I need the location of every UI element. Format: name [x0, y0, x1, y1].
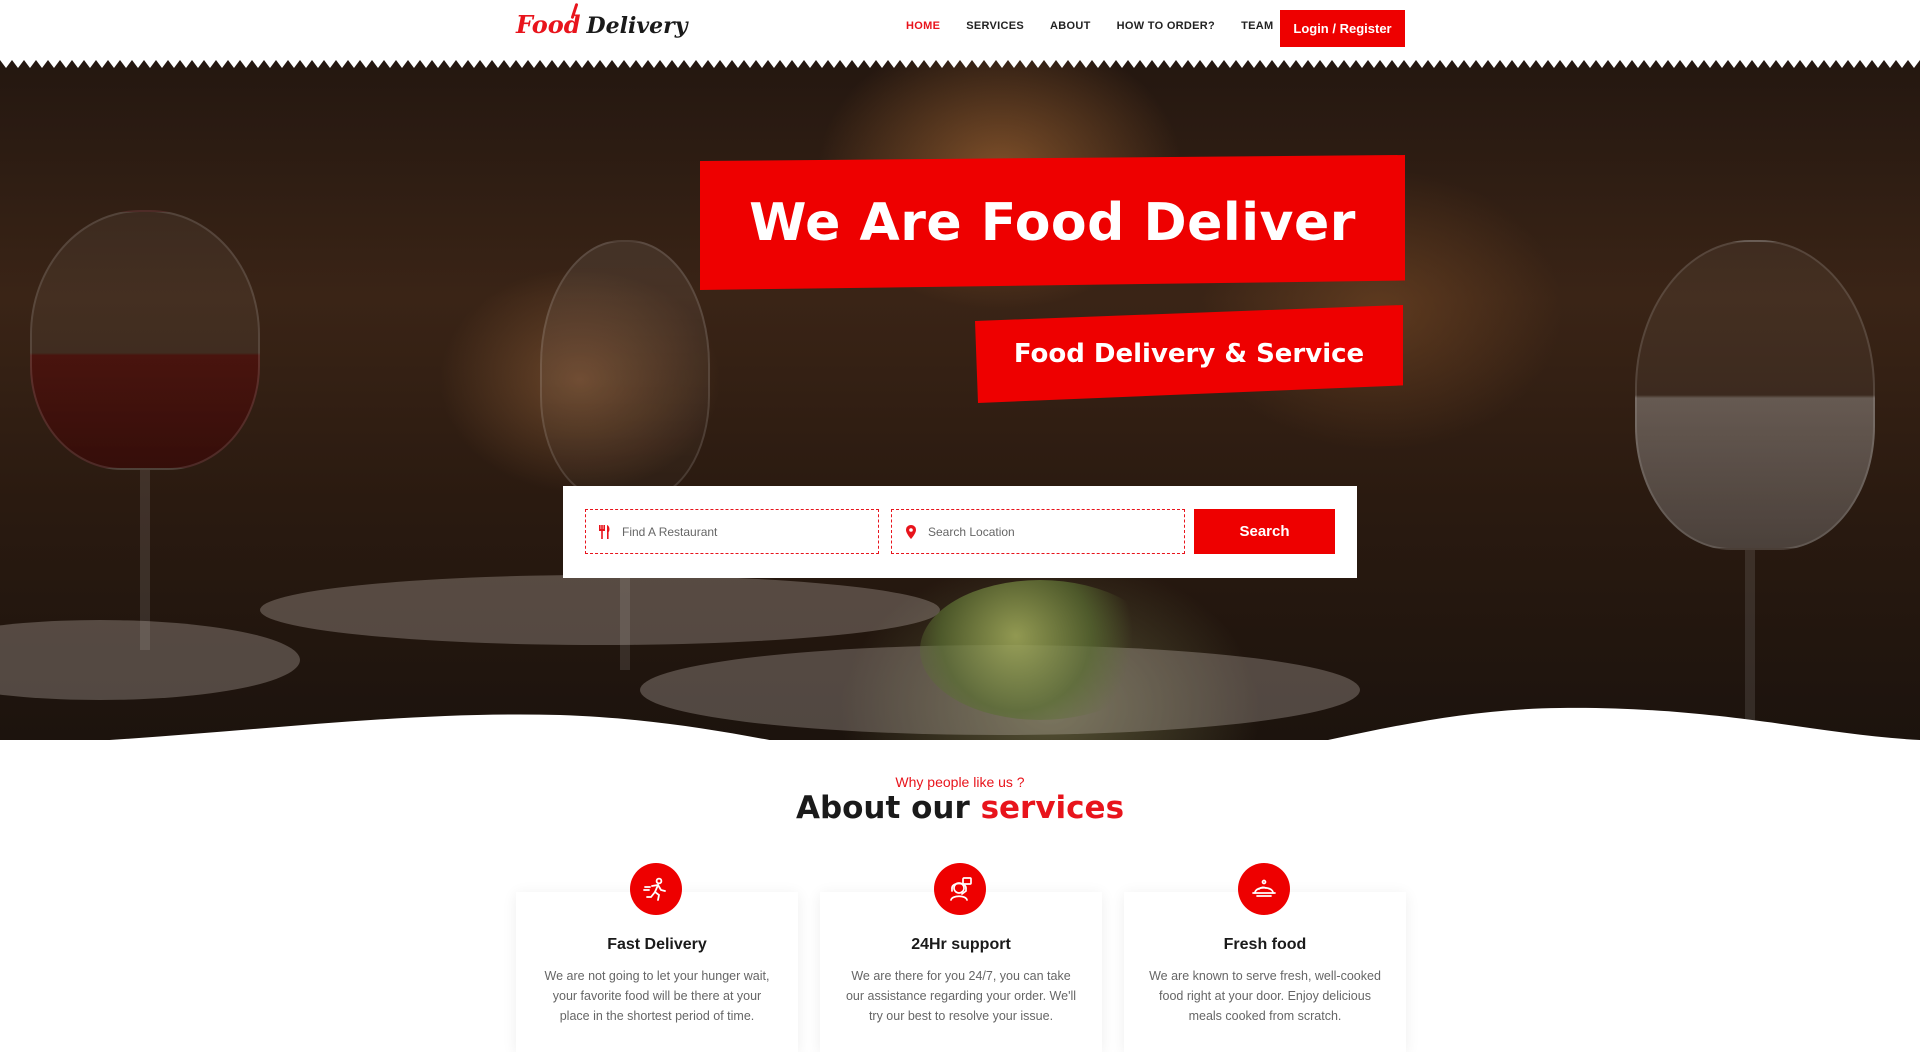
- section-kicker: Why people like us ?: [895, 774, 1025, 790]
- section-title-accent: services: [980, 790, 1125, 826]
- water-glass-right: [1635, 240, 1875, 550]
- hero-subheadline-banner: Food Delivery & Service: [975, 305, 1403, 403]
- header-zigzag-edge: [0, 56, 1920, 68]
- hero-headline-banner: We Are Food Deliver: [700, 155, 1405, 290]
- site-header: Food Delivery HOME SERVICES ABOUT HOW TO…: [0, 0, 1920, 56]
- section-title-main: About our: [795, 790, 970, 826]
- search-panel: Search: [563, 486, 1357, 578]
- login-register-button[interactable]: Login / Register: [1280, 10, 1405, 47]
- hero-section: We Are Food Deliver Food Delivery & Serv…: [0, 60, 1920, 740]
- location-field[interactable]: [891, 509, 1185, 554]
- salad-dish: [920, 580, 1160, 720]
- nav-how-to-order[interactable]: HOW TO ORDER?: [1117, 20, 1215, 32]
- card-text: We are there for you 24/7, you can take …: [845, 969, 1077, 1023]
- service-card-24hr-support: 24Hr support We are there for you 24/7, …: [820, 892, 1102, 1052]
- hero-wave-divider: [109, 707, 1920, 740]
- location-input[interactable]: [928, 524, 1158, 539]
- hero-headline: We Are Food Deliver: [749, 192, 1356, 253]
- restaurant-field[interactable]: [585, 509, 879, 554]
- card-title: 24Hr support: [911, 936, 1011, 953]
- map-pin-icon: [904, 524, 918, 539]
- fork-knife-icon: [598, 524, 612, 539]
- main-nav: HOME SERVICES ABOUT HOW TO ORDER? TEAM: [906, 20, 1299, 32]
- section-title: About our services: [0, 790, 1920, 826]
- card-text: We are known to serve fresh, well-cooked…: [1149, 969, 1381, 1023]
- nav-services[interactable]: SERVICES: [966, 20, 1024, 32]
- card-text: We are not going to let your hunger wait…: [544, 969, 770, 1023]
- nav-team[interactable]: TEAM: [1241, 20, 1273, 32]
- search-button[interactable]: Search: [1194, 509, 1335, 554]
- running-delivery-icon: [630, 863, 682, 915]
- logo-delivery-text: Delivery: [586, 13, 688, 39]
- card-title: Fast Delivery: [607, 936, 707, 953]
- nav-home[interactable]: HOME: [906, 20, 940, 32]
- plate-left: [260, 575, 940, 645]
- wine-glass-left: [30, 210, 260, 470]
- service-card-fresh-food: Fresh food We are known to serve fresh, …: [1124, 892, 1406, 1052]
- service-card-fast-delivery: Fast Delivery We are not going to let yo…: [516, 892, 798, 1052]
- plate-far-left: [0, 620, 300, 700]
- support-agent-icon: [934, 863, 986, 915]
- restaurant-input[interactable]: [622, 524, 852, 539]
- food-cloche-icon: [1238, 863, 1290, 915]
- water-glass-center: [540, 240, 710, 500]
- brand-logo[interactable]: Food Delivery: [516, 2, 688, 50]
- card-title: Fresh food: [1223, 936, 1307, 953]
- nav-about[interactable]: ABOUT: [1050, 20, 1091, 32]
- hero-subheadline: Food Delivery & Service: [1013, 339, 1365, 369]
